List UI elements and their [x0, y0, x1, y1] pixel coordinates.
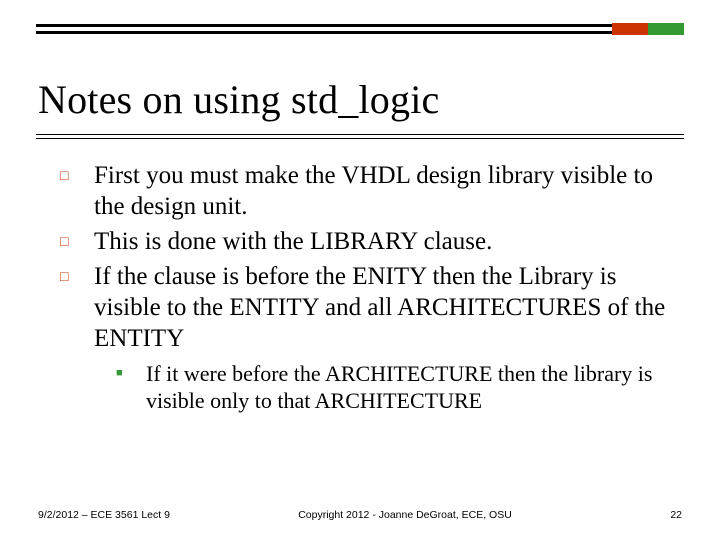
accent-red [612, 23, 648, 35]
rule-line [36, 138, 684, 139]
slide-body: □ First you must make the VHDL design li… [60, 160, 676, 415]
bullet-item: □ First you must make the VHDL design li… [60, 160, 676, 222]
slide: Notes on using std_logic □ First you mus… [0, 0, 720, 540]
bullet-item: □ If the clause is before the ENITY then… [60, 261, 676, 354]
footer-page-number: 22 [622, 509, 682, 521]
bullet-text: This is done with the LIBRARY clause. [94, 226, 676, 257]
rule-line [36, 24, 684, 27]
header-rules [36, 24, 684, 34]
square-bullet-icon: □ [60, 261, 94, 354]
filled-square-bullet-icon: ■ [116, 360, 146, 415]
accent-block [612, 23, 684, 35]
square-bullet-icon: □ [60, 160, 94, 222]
slide-title: Notes on using std_logic [38, 76, 439, 123]
rule-line [36, 134, 684, 135]
title-underline [36, 134, 684, 139]
sub-bullet-item: ■ If it were before the ARCHITECTURE the… [116, 360, 676, 415]
accent-green [648, 23, 684, 35]
sub-bullet-text: If it were before the ARCHITECTURE then … [146, 360, 676, 415]
footer-date: 9/2/2012 – ECE 3561 Lect 9 [38, 509, 188, 522]
slide-footer: 9/2/2012 – ECE 3561 Lect 9 Copyright 201… [38, 509, 682, 522]
bullet-text: If the clause is before the ENITY then t… [94, 261, 676, 354]
footer-copyright: Copyright 2012 - Joanne DeGroat, ECE, OS… [188, 509, 622, 521]
square-bullet-icon: □ [60, 226, 94, 257]
rule-line [36, 31, 684, 34]
bullet-text: First you must make the VHDL design libr… [94, 160, 676, 222]
bullet-item: □ This is done with the LIBRARY clause. [60, 226, 676, 257]
